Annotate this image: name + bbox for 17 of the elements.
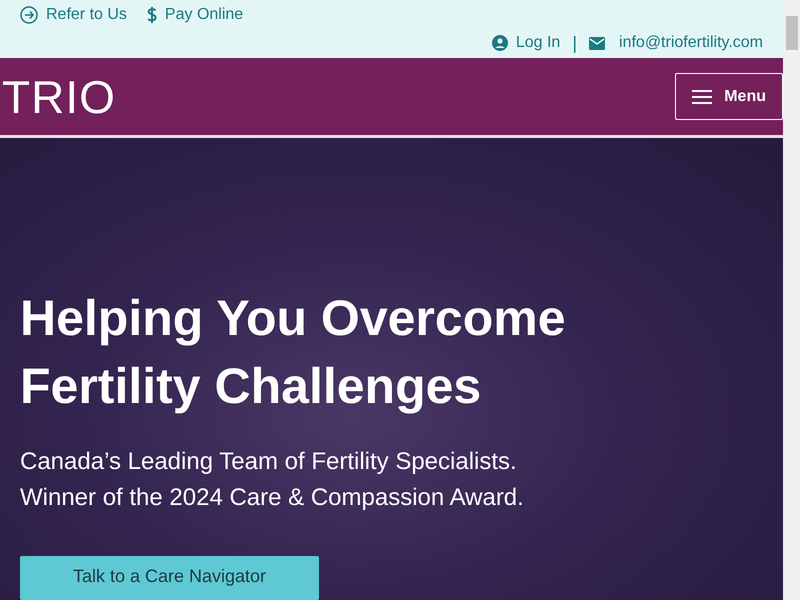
scrollbar-thumb[interactable] [786,16,798,50]
menu-button[interactable]: Menu [675,73,783,120]
hero-title: Helping You Overcome Fertility Challenges [20,289,567,416]
arrow-circle-icon [20,6,38,24]
scrollbar[interactable] [783,0,800,600]
hero-subtitle: Canada’s Leading Team of Fertility Specialists. Winner of the 2024 Care & Compassion Award. [20,447,525,513]
care-navigator-button[interactable]: Talk to a Care Navigator [20,556,319,600]
menu-icon [692,88,712,104]
top-link[interactable]: Refer to Us [20,6,127,24]
dollar-icon [146,6,157,24]
user-icon [492,35,508,51]
email-link[interactable]: info@triofertility.com [589,34,763,52]
login-link[interactable]: Log In [492,34,560,52]
top-link[interactable]: Pay Online [146,6,244,24]
separator: | [572,32,578,54]
logo[interactable]: TRIO [2,70,116,124]
envelope-icon [589,36,606,50]
